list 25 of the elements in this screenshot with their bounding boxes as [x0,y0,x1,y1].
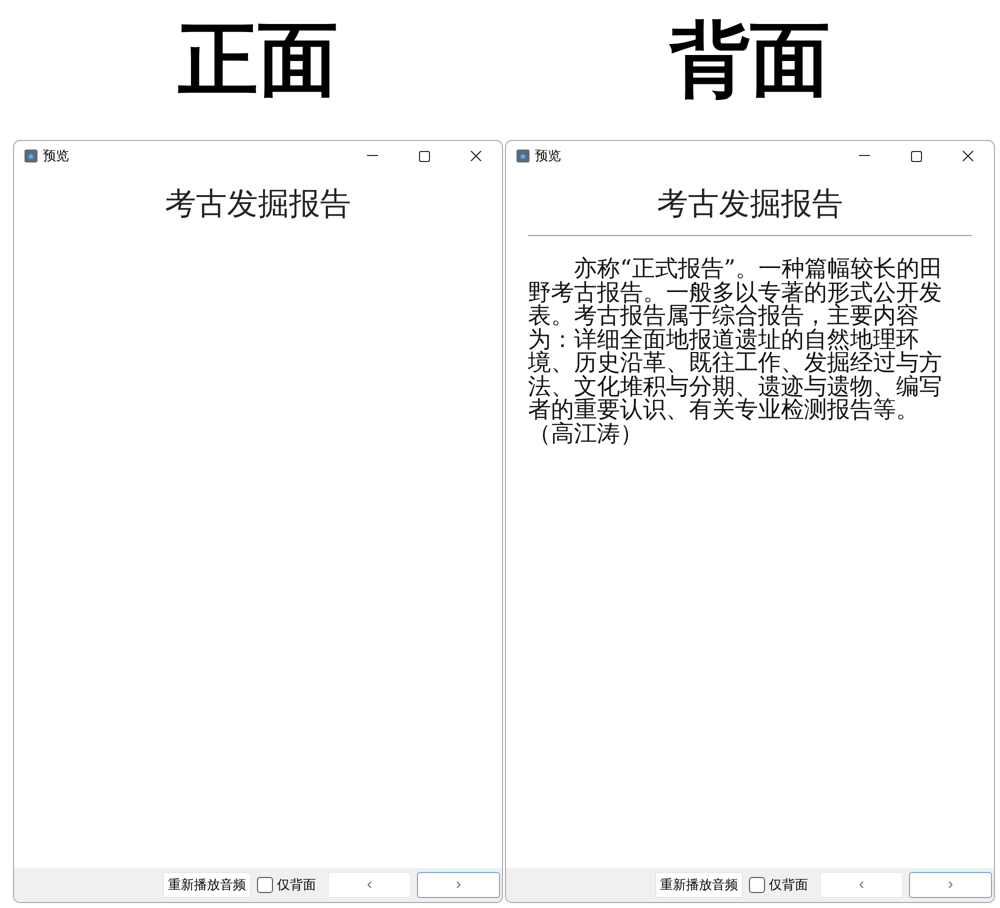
card-title: 考古发掘报告 [164,185,352,224]
side-heading: 背面 [670,21,830,101]
close-icon[interactable] [470,150,482,162]
previous-button[interactable]: ‹ [328,872,411,898]
app-icon [516,149,530,163]
next-button[interactable]: › [417,872,500,898]
body-paragraph: 亦称“正式报告”。一种篇幅较长的田野考古报告。一般多以专著的形式公开发表。考古报告属于综合报告，主要内容为：详细全面地报道遗址的自然地理环境、历史沿革、既往工作、发掘经过与方法、文化堆积与分期、遗迹与遗物、编写者的重要认识、有关专业检测报告等。（高江涛） [528,258,944,446]
previous-button[interactable]: ‹ [820,872,903,898]
minimize-icon[interactable] [366,155,378,157]
checkbox-label: 仅背面 [769,877,808,894]
side-heading: 正面 [178,21,338,101]
window-title: 预览 [535,148,562,165]
replay-audio-button[interactable]: 重新播放音频 [655,872,743,898]
replay-audio-button[interactable]: 重新播放音频 [163,872,251,898]
checkbox[interactable] [749,877,765,893]
maximize-icon[interactable] [418,150,430,162]
close-icon[interactable] [962,150,974,162]
app-icon [24,149,38,163]
checkbox-label: 仅背面 [277,877,316,894]
checkbox[interactable] [257,877,273,893]
next-button[interactable]: › [909,872,992,898]
card-title: 考古发掘报告 [656,185,844,224]
minimize-icon[interactable] [858,155,870,157]
maximize-icon[interactable] [910,150,922,162]
window-title: 预览 [43,148,70,165]
